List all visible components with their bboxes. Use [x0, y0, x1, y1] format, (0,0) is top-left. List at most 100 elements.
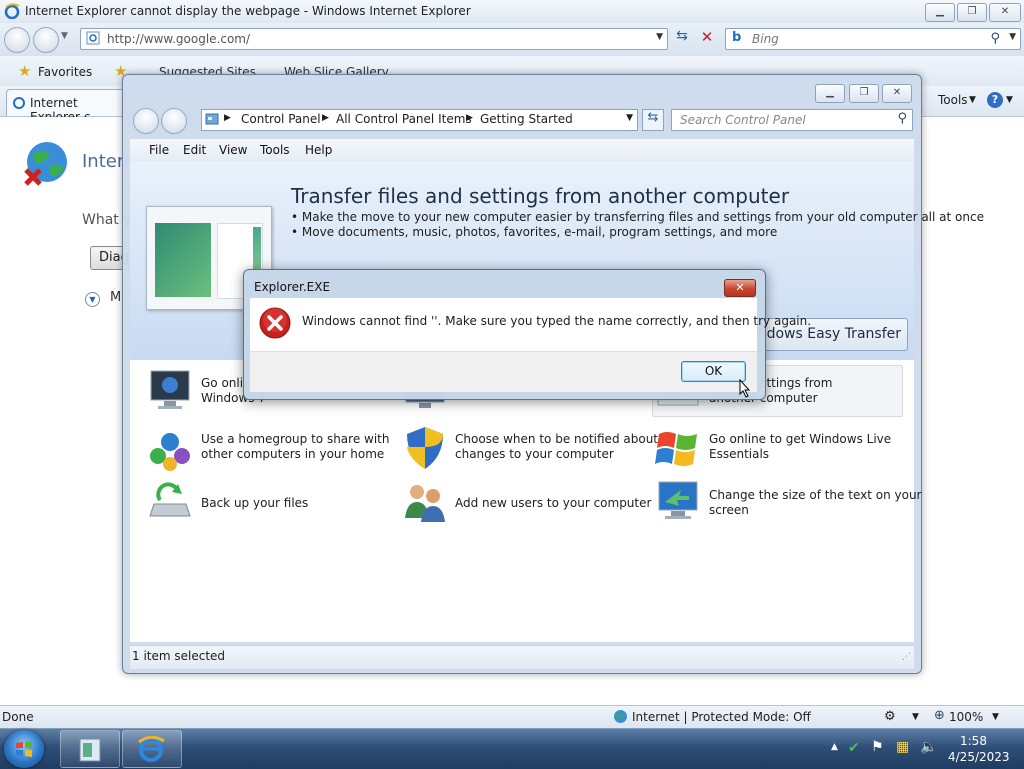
easy-transfer-button-label: ndows Easy Transfer — [757, 326, 901, 342]
network-icon[interactable]: ▦ — [896, 739, 909, 755]
ie-search-box[interactable]: b Bing ⚲ ▼ — [725, 28, 1021, 50]
ie-address-text: http://www.google.com/ — [107, 32, 251, 46]
breadcrumb-arrow-icon: ▶ — [224, 113, 231, 123]
tray-expand-icon[interactable]: ▲ — [831, 742, 838, 752]
tools-dropdown-icon[interactable]: ▼ — [969, 95, 976, 105]
monitor-windows-icon — [150, 370, 190, 409]
security-dropdown-icon[interactable]: ▼ — [912, 712, 919, 722]
task-uac-notifications[interactable]: Choose when to be notified about changes… — [455, 432, 685, 462]
ie-logo-icon — [4, 3, 20, 19]
start-button[interactable] — [4, 730, 44, 768]
stop-icon[interactable]: ✕ — [697, 28, 717, 48]
menu-help[interactable]: Help — [305, 143, 332, 157]
dialog-ok-button[interactable]: OK — [681, 361, 746, 382]
cp-search-placeholder: Search Control Panel — [680, 113, 806, 127]
favorites-star-icon: ★ — [18, 62, 32, 80]
more-info-link[interactable]: M — [110, 290, 121, 305]
cp-statusbar — [130, 645, 914, 669]
ie-address-bar[interactable]: http://www.google.com/ ▼ — [80, 28, 668, 50]
taskbar-control-panel-button[interactable] — [60, 730, 120, 768]
cp-back-button[interactable] — [133, 108, 159, 134]
error-icon — [259, 307, 291, 339]
breadcrumb-control-panel[interactable]: Control Panel — [241, 112, 321, 126]
menu-tools[interactable]: Tools — [260, 143, 290, 157]
cp-search-box[interactable]: Search Control Panel ⚲ — [671, 109, 913, 131]
security-icon[interactable]: ⚙ — [884, 709, 896, 724]
dialog-message: Windows cannot find ''. Make sure you ty… — [302, 314, 812, 328]
task-text-size[interactable]: Change the size of the text on your scre… — [709, 488, 939, 518]
backup-icon — [149, 482, 191, 517]
users-icon — [405, 485, 445, 522]
resize-grip-icon[interactable]: ⋰ — [902, 652, 911, 662]
ie-close-button[interactable]: ✕ — [989, 3, 1021, 22]
favorites-button[interactable]: Favorites — [38, 65, 92, 79]
refresh-icon[interactable]: ⇆ — [672, 28, 692, 48]
security-zone-text: Internet | Protected Mode: Off — [632, 710, 811, 724]
search-dropdown-icon[interactable]: ▼ — [1009, 32, 1016, 42]
cp-refresh-icon[interactable]: ⇆ — [642, 109, 664, 131]
volume-icon[interactable]: 🔈 — [920, 739, 937, 755]
task-windows-live[interactable]: Go online to get Windows Live Essentials — [709, 432, 939, 462]
cp-menubar — [130, 139, 914, 163]
taskbar-ie-button[interactable] — [122, 730, 182, 768]
cp-search-icon[interactable]: ⚲ — [897, 111, 907, 126]
cp-address-dropdown-icon[interactable]: ▼ — [626, 113, 633, 123]
search-icon[interactable]: ⚲ — [990, 31, 1000, 46]
internet-zone-icon — [614, 710, 627, 723]
zoom-icon[interactable]: ⊕ — [934, 708, 945, 723]
ie-forward-button[interactable] — [33, 27, 59, 53]
clock-time[interactable]: 1:58 — [960, 734, 987, 748]
cp-forward-button[interactable] — [161, 108, 187, 134]
ie-statusbar — [0, 705, 1024, 729]
task-homegroup[interactable]: Use a homegroup to share with other comp… — [201, 432, 431, 462]
cp-restore-button[interactable]: ❐ — [849, 84, 879, 103]
ie-back-button[interactable] — [4, 27, 30, 53]
menu-view[interactable]: View — [219, 143, 247, 157]
windows-start-icon — [16, 741, 32, 757]
help-dropdown-icon[interactable]: ▼ — [1006, 95, 1013, 105]
clock-date[interactable]: 4/25/2023 — [948, 750, 1010, 764]
mouse-cursor-icon — [739, 379, 751, 398]
ie-status-text: Done — [2, 710, 34, 724]
breadcrumb-getting-started[interactable]: Getting Started — [480, 112, 573, 126]
zoom-level[interactable]: 100% — [949, 710, 983, 724]
display-icon — [658, 481, 698, 519]
history-dropdown-icon[interactable]: ▼ — [61, 31, 68, 41]
shield-icon — [407, 427, 443, 469]
ie-tab[interactable]: Internet Explorer c — [6, 89, 126, 124]
action-center-icon[interactable]: ✔ — [848, 740, 860, 756]
ie-minimize-button[interactable]: ▁ — [925, 3, 955, 22]
ie-restore-button[interactable]: ❐ — [957, 3, 987, 22]
cp-address-bar[interactable]: ▶ Control Panel ▶ All Control Panel Item… — [201, 109, 638, 131]
help-icon[interactable]: ? — [987, 92, 1003, 108]
banner-bullet-2: • Move documents, music, photos, favorit… — [291, 225, 778, 239]
ie-taskbar-icon — [138, 735, 165, 762]
control-panel-taskbar-icon — [79, 738, 101, 762]
tab-ie-icon — [13, 97, 25, 109]
tools-menu[interactable]: Tools — [938, 93, 968, 107]
banner-bullet-1: • Make the move to your new computer eas… — [291, 210, 984, 224]
ie-window-title: Internet Explorer cannot display the web… — [25, 4, 471, 18]
address-dropdown-icon[interactable]: ▼ — [656, 32, 663, 42]
task-backup[interactable]: Back up your files — [201, 496, 431, 511]
zoom-dropdown-icon[interactable]: ▼ — [992, 712, 999, 722]
bing-logo-icon: b — [732, 30, 742, 45]
page-icon — [86, 31, 100, 45]
dialog-title: Explorer.EXE — [254, 280, 331, 294]
breadcrumb-arrow-icon: ▶ — [322, 113, 329, 123]
homegroup-icon — [150, 433, 190, 471]
task-add-users[interactable]: Add new users to your computer — [455, 496, 685, 511]
menu-edit[interactable]: Edit — [183, 143, 206, 157]
menu-file[interactable]: File — [149, 143, 169, 157]
ie-search-placeholder: Bing — [752, 32, 779, 46]
dialog-close-button[interactable]: ✕ — [724, 279, 756, 297]
control-panel-icon — [205, 113, 219, 125]
windows-logo-icon — [655, 432, 697, 466]
cp-close-button[interactable]: ✕ — [882, 84, 912, 103]
flag-icon[interactable]: ⚑ — [871, 739, 884, 755]
banner-heading: Transfer files and settings from another… — [291, 184, 790, 208]
breadcrumb-arrow-icon: ▶ — [466, 113, 473, 123]
breadcrumb-all-items[interactable]: All Control Panel Items — [336, 112, 472, 126]
more-info-expand-icon[interactable]: ▼ — [85, 292, 100, 307]
cp-minimize-button[interactable]: ▁ — [815, 84, 845, 103]
